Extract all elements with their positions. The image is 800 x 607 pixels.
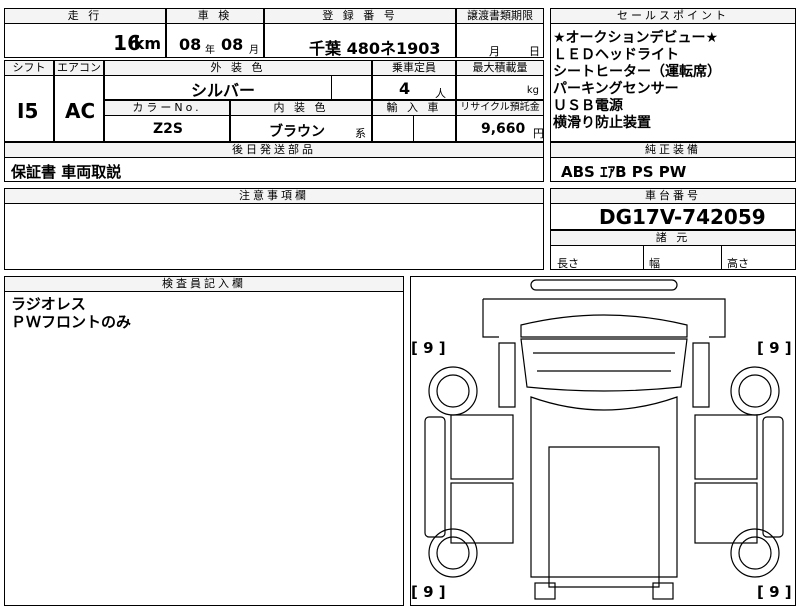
inspection-cell: 車 検 08 年 08 月 [166,8,264,58]
transfer-header: 譲渡書類期限 [457,9,543,24]
capacity-header: 乗車定員 [373,61,455,76]
inspector-notes: ラジオレス ＰＷフロントのみ [5,292,403,334]
registration-value: 千葉 480ネ1903 [309,39,441,58]
capacity-value: 4 [399,79,411,98]
sales-point-item: ＵＳＢ電源 [553,98,623,114]
vehicle-diagram: [ 9 ] [ 9 ] [ 9 ] [ 9 ] [410,276,796,606]
length-label: 長さ [557,257,579,270]
recycle-value: 9,660 [481,121,526,137]
later-parts-value: 保証書 車両取説 [11,163,122,181]
interior-value: ブラウン [269,124,325,140]
registration-cell: 登 録 番 号 千葉 480ネ1903 [264,8,456,58]
later-parts-header: 後日発送部品 [5,143,543,158]
inspection-year-unit: 年 [205,45,215,56]
sales-point-item: 横滑り防止装置 [553,115,651,131]
sales-point-item: ＬＥＤヘッドライト [553,47,679,63]
capacity-cell: 乗車定員 4 人 [372,60,456,100]
inspector-cell: 検査員記入欄 ラジオレス ＰＷフロントのみ [4,276,404,606]
recycle-header: リサイクル預託金 [457,101,543,116]
transfer-cell: 譲渡書類期限 月 日 [456,8,544,58]
color-no-value: Z2S [153,121,183,137]
ac-value: AC [65,99,96,123]
exterior-header: 外 装 色 [105,61,371,76]
genuine-equipment-cell: 純正装備 ABS ｴｱB PS PW [550,142,796,182]
registration-header: 登 録 番 号 [265,9,455,24]
width-label: 幅 [649,257,660,270]
ac-cell: エアコン AC [54,60,104,142]
tire-tread-front-right: [ 9 ] [757,339,792,357]
recycle-unit: 円 [533,127,544,140]
import-cell: 輸 入 車 [372,100,456,142]
shift-header: シフト [5,61,53,76]
loading-cell: 最大積載量 kg [456,60,544,100]
tire-tread-rear-left: [ 9 ] [411,583,446,601]
interior-suffix: 系 [355,127,366,140]
chassis-value: DG17V-742059 [599,205,766,229]
inspection-year: 08 [179,35,202,54]
transfer-day-unit: 日 [529,45,540,58]
loading-header: 最大積載量 [457,61,543,76]
tire-tread-front-left: [ 9 ] [411,339,446,357]
tire-tread-rear-right: [ 9 ] [757,583,792,601]
sales-point-item: ★オークションデビュー★ [553,30,719,46]
inspector-note-line: ＰＷフロントのみ [11,313,132,331]
notes-header: 注意事項欄 [5,189,543,204]
inspection-month-unit: 月 [249,45,259,56]
genuine-equipment-value: ABS ｴｱB PS PW [561,163,687,181]
sales-points-panel: セールスポイント ★オークションデビュー★ ＬＥＤヘッドライト シートヒーター（… [550,8,796,142]
interior-header: 内 装 色 [231,101,371,116]
capacity-unit: 人 [435,87,446,100]
mileage-cell: 走 行 16 km [4,8,166,58]
inspection-header: 車 検 [167,9,263,24]
exterior-cell: 外 装 色 シルバー [104,60,372,100]
notes-cell: 注意事項欄 [4,188,544,270]
inspector-header: 検査員記入欄 [5,277,403,292]
interior-cell: 内 装 色 ブラウン 系 [230,100,372,142]
exterior-value: シルバー [191,81,256,100]
dimensions-cell: 諸 元 長さ 幅 高さ [550,230,796,270]
sales-points-header: セールスポイント [551,9,795,24]
height-label: 高さ [727,257,749,270]
sales-point-item: シートヒーター（運転席） [553,64,721,80]
mileage-header: 走 行 [5,9,165,24]
later-parts-cell: 後日発送部品 保証書 車両取説 [4,142,544,182]
transfer-month-unit: 月 [489,45,500,58]
chassis-header: 車台番号 [551,189,795,204]
color-no-header: カラーNo. [105,101,229,116]
sales-point-item: パーキングセンサー [553,81,679,97]
genuine-equipment-header: 純正装備 [551,143,795,158]
chassis-cell: 車台番号 DG17V-742059 [550,188,796,230]
recycle-cell: リサイクル預託金 9,660 円 [456,100,544,142]
inspection-month: 08 [221,35,244,54]
vehicle-outline-drawing [424,279,784,600]
sales-points-list: ★オークションデビュー★ ＬＥＤヘッドライト シートヒーター（運転席） パーキン… [551,24,795,132]
color-no-cell: カラーNo. Z2S [104,100,230,142]
shift-cell: シフト I5 [4,60,54,142]
inspector-note-line: ラジオレス [11,295,86,313]
loading-unit: kg [526,85,539,96]
dimensions-header: 諸 元 [551,231,795,246]
import-header: 輸 入 車 [373,101,455,116]
mileage-unit: km [133,34,161,53]
shift-value: I5 [17,99,39,123]
ac-header: エアコン [55,61,103,76]
